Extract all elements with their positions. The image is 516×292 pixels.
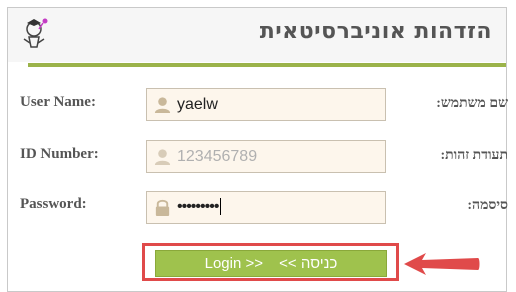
user-icon — [154, 149, 171, 166]
username-input[interactable]: yaelw — [146, 88, 386, 121]
text-caret — [220, 198, 222, 216]
pointer-arrow-icon — [404, 253, 480, 275]
login-header: הזדהות אוניברסיטאית — [8, 8, 506, 62]
password-value: ••••••••• — [177, 198, 222, 216]
university-logo-icon — [23, 18, 48, 48]
username-value: yaelw — [177, 96, 218, 113]
id-number-placeholder: 123456789 — [177, 148, 258, 165]
header-divider — [28, 63, 506, 67]
id-number-label-he: תעודת זהות: — [440, 148, 508, 163]
password-input[interactable]: ••••••••• — [146, 191, 386, 224]
page-title: הזדהות אוניברסיטאית — [259, 19, 492, 44]
user-icon — [154, 97, 171, 114]
login-label-en: Login >> — [204, 255, 263, 272]
lock-icon — [155, 199, 170, 217]
id-number-label-en: ID Number: — [20, 146, 99, 162]
password-label-en: Password: — [20, 196, 87, 212]
password-mask: ••••••••• — [177, 198, 219, 215]
login-button[interactable]: Login >> כניסה >> — [155, 250, 387, 277]
id-number-input[interactable]: 123456789 — [146, 140, 386, 173]
password-label-he: סיסמה: — [467, 198, 508, 213]
username-label-en: User Name: — [20, 94, 96, 110]
login-label-he: כניסה >> — [279, 255, 338, 272]
username-label-he: שם משתמש: — [436, 96, 508, 111]
